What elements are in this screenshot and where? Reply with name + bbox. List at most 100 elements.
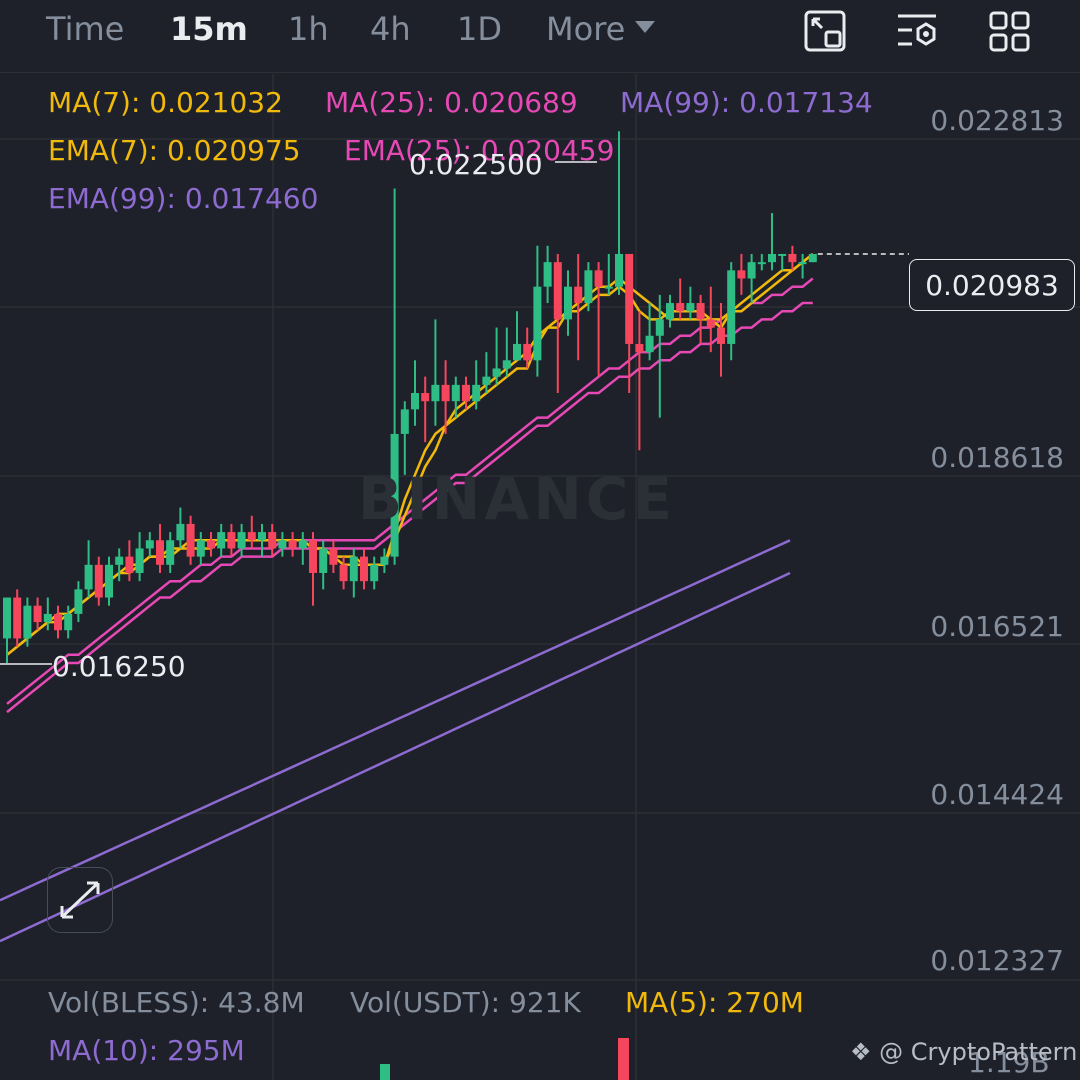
candle-body: [349, 556, 358, 582]
ma7-value: MA(7): 0.021032: [48, 86, 283, 119]
credit-label: @ CryptoPattern: [879, 1038, 1078, 1066]
candle-body: [186, 523, 195, 557]
candle-body: [472, 384, 481, 402]
candle-body: [808, 253, 817, 263]
candle-body: [768, 253, 776, 263]
candle-body: [74, 589, 83, 614]
candle-body: [717, 327, 725, 344]
candle-body: [584, 270, 593, 304]
candle-body: [145, 540, 154, 549]
candle-body: [339, 564, 348, 582]
candle-body: [462, 384, 470, 402]
chart-grid: [0, 74, 1080, 1080]
candle-body: [727, 270, 736, 344]
candle-body: [747, 262, 756, 279]
candle-body: [421, 393, 430, 402]
candle-body: [706, 319, 715, 328]
candle-body: [125, 556, 134, 573]
candle-body: [655, 319, 664, 336]
expand-arrows-icon: [60, 881, 100, 919]
candle-body: [564, 286, 572, 320]
candle-body: [23, 605, 32, 639]
ma7-line: [6, 253, 814, 656]
candle-body: [278, 540, 287, 549]
candle-body: [482, 376, 491, 385]
candle-body: [451, 384, 460, 402]
candle-body: [319, 548, 328, 573]
candle-body: [288, 540, 297, 549]
candle-body: [778, 253, 787, 256]
current-price-tag: 0.020983: [909, 259, 1075, 311]
candle-body: [431, 384, 440, 402]
candle-body: [13, 597, 22, 639]
candle-body: [247, 532, 256, 541]
price-axis-label: 0.016521: [930, 610, 1064, 643]
price-axis-label: 0.012327: [930, 944, 1064, 977]
candle-body: [625, 253, 634, 344]
candle-body: [268, 532, 277, 549]
candle-body: [33, 605, 42, 623]
ema7-line: [6, 253, 814, 656]
candle-body: [156, 540, 164, 565]
price-axis-label: 0.014424: [930, 778, 1064, 811]
candle-body: [217, 532, 226, 549]
candle-body: [686, 303, 695, 312]
ema7-value: EMA(7): 0.020975: [48, 134, 301, 167]
candle-body: [207, 540, 215, 549]
ema99-line: [0, 539, 791, 902]
candle-body: [43, 613, 52, 623]
candle-body: [553, 262, 562, 320]
candle-body: [360, 556, 368, 582]
volume-quote-value: Vol(USDT): 921K: [350, 986, 581, 1019]
watermark: BINANCE: [358, 465, 676, 533]
candle-body: [574, 286, 583, 304]
candle-body: [788, 253, 797, 263]
candle-body: [3, 597, 11, 639]
candle-body: [757, 262, 766, 265]
candle-body: [94, 564, 103, 598]
candle-body: [513, 343, 521, 361]
high-price-annotation: 0.022500: [409, 148, 543, 181]
candle-body: [696, 303, 705, 320]
candle-body: [237, 532, 246, 549]
fullscreen-button[interactable]: [47, 867, 113, 933]
candle-body: [737, 270, 746, 279]
low-price-annotation: 0.016250: [52, 650, 186, 683]
candle-body: [329, 548, 338, 565]
candle-body: [492, 368, 501, 377]
volume-base-value: Vol(BLESS): 43.8M: [48, 986, 305, 1019]
candle-body: [533, 286, 542, 361]
candle-body: [115, 556, 124, 565]
candle-body: [370, 564, 379, 582]
ma25-value: MA(25): 0.020689: [325, 86, 578, 119]
price-axis-label: 0.018618: [930, 441, 1064, 474]
volume-bar: [618, 1038, 629, 1080]
candle-body: [635, 343, 644, 353]
volume-ma5-value: MA(5): 270M: [625, 986, 804, 1019]
candle-body: [676, 303, 685, 312]
ma99-line: [0, 571, 791, 943]
candle-body: [380, 556, 389, 565]
volume-bars: [380, 1038, 629, 1080]
candle-body: [135, 548, 144, 573]
candle-body: [166, 540, 175, 565]
ma99-value: MA(99): 0.017134: [620, 86, 873, 119]
candle-body: [523, 343, 532, 361]
candle-body: [298, 540, 307, 549]
candle-body: [258, 532, 266, 541]
candle-body: [309, 540, 317, 573]
candle-body: [400, 409, 409, 434]
diamond-logo-icon: ❖: [850, 1038, 880, 1066]
candle-body: [543, 262, 552, 287]
ema99-value: EMA(99): 0.017460: [48, 182, 319, 215]
price-axis-label: 0.022813: [930, 104, 1064, 137]
candle-body: [64, 613, 73, 631]
candle-body: [84, 564, 93, 590]
candle-body: [441, 384, 450, 402]
candle-body: [411, 393, 419, 410]
credit-text: ❖ @ CryptoPattern: [850, 1038, 1077, 1066]
candle-body: [176, 523, 185, 541]
candle-body: [54, 613, 62, 631]
volume-ma10-value: MA(10): 295M: [48, 1034, 245, 1067]
candle-body: [502, 360, 511, 369]
